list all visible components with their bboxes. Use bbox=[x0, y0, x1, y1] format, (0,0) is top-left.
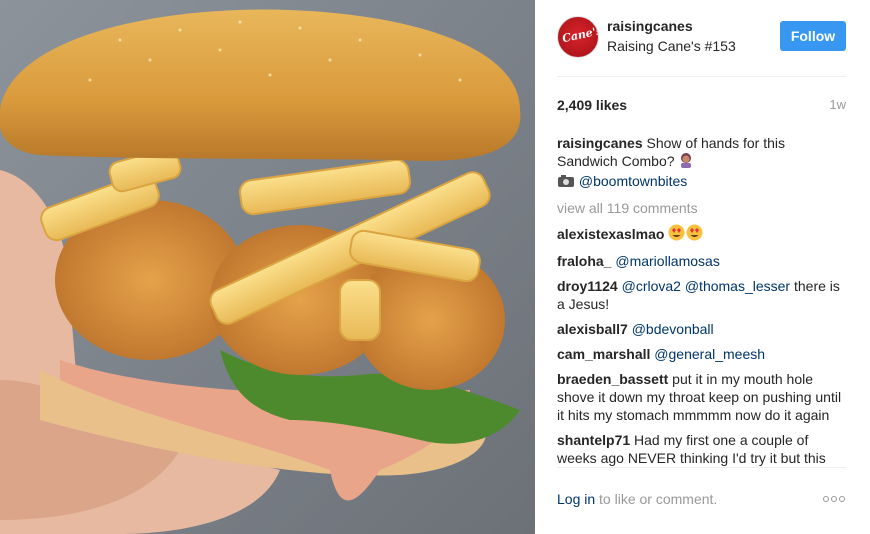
comment-item: shantelp71 Had my first one a couple of … bbox=[557, 431, 846, 467]
comment-mention[interactable]: @general_meesh bbox=[654, 346, 765, 362]
comment-mention[interactable]: @thomas_lesser bbox=[685, 278, 790, 294]
comment-username[interactable]: alexisball7 bbox=[557, 321, 628, 337]
comments-list[interactable]: raisingcanes Show of hands for this Sand… bbox=[557, 134, 846, 468]
comment-item: cam_marshall @general_meesh bbox=[557, 345, 846, 363]
follow-button[interactable]: Follow bbox=[780, 21, 846, 51]
caption-username[interactable]: raisingcanes bbox=[557, 135, 643, 151]
comment-mention[interactable]: @mariollamosas bbox=[615, 253, 719, 269]
comment-item: alexistexaslmao bbox=[557, 224, 846, 245]
camera-emoji-icon bbox=[557, 174, 575, 192]
caption: raisingcanes Show of hands for this Sand… bbox=[557, 134, 846, 192]
post-location[interactable]: Raising Cane's #153 bbox=[607, 38, 736, 54]
comment-username[interactable]: braeden_bassett bbox=[557, 371, 668, 387]
avatar[interactable]: Cane's bbox=[557, 16, 599, 58]
comment-mention[interactable]: @bdevonball bbox=[632, 321, 714, 337]
post-time[interactable]: 1w bbox=[829, 97, 846, 112]
comment-item: braeden_bassett put it in my mouth hole … bbox=[557, 370, 846, 424]
footer-divider bbox=[557, 467, 846, 468]
post-photo[interactable] bbox=[0, 0, 535, 534]
caption-mention[interactable]: @boomtownbites bbox=[579, 173, 687, 189]
login-link[interactable]: Log in bbox=[557, 491, 595, 507]
comment-mention[interactable]: @crlova2 bbox=[622, 278, 681, 294]
comment-item: droy1124 @crlova2 @thomas_lesser there i… bbox=[557, 277, 846, 313]
view-all-comments-link[interactable]: view all 119 comments bbox=[557, 199, 846, 217]
comment-item: fraloha_ @mariollamosas bbox=[557, 252, 846, 270]
likes-count[interactable]: 2,409 likes bbox=[557, 97, 627, 113]
comment-username[interactable]: droy1124 bbox=[557, 278, 618, 294]
comment-item: alexisball7 @bdevonball bbox=[557, 320, 846, 338]
account-username[interactable]: raisingcanes bbox=[607, 18, 693, 34]
sandwich-photo bbox=[0, 0, 535, 534]
heart-eyes-emoji-icon bbox=[668, 224, 704, 245]
login-prompt: Log in to like or comment. bbox=[557, 491, 717, 507]
raised-hand-emoji-icon bbox=[678, 152, 694, 172]
login-prompt-text: to like or comment. bbox=[595, 491, 718, 507]
comment-username[interactable]: cam_marshall bbox=[557, 346, 650, 362]
comment-username[interactable]: alexistexaslmao bbox=[557, 226, 664, 242]
comment-username[interactable]: shantelp71 bbox=[557, 432, 630, 448]
header-divider bbox=[557, 76, 846, 77]
avatar-logo-text: Cane's bbox=[560, 24, 599, 46]
comment-username[interactable]: fraloha_ bbox=[557, 253, 611, 269]
post-header: Cane's raisingcanes Raising Cane's #153 … bbox=[557, 16, 846, 60]
more-options-icon[interactable] bbox=[822, 494, 846, 504]
post-sidebar: Cane's raisingcanes Raising Cane's #153 … bbox=[535, 0, 870, 534]
comment-entries: alexistexaslmao fraloha_ @mariollamosas d… bbox=[557, 224, 846, 467]
instagram-post: Cane's raisingcanes Raising Cane's #153 … bbox=[0, 0, 870, 534]
